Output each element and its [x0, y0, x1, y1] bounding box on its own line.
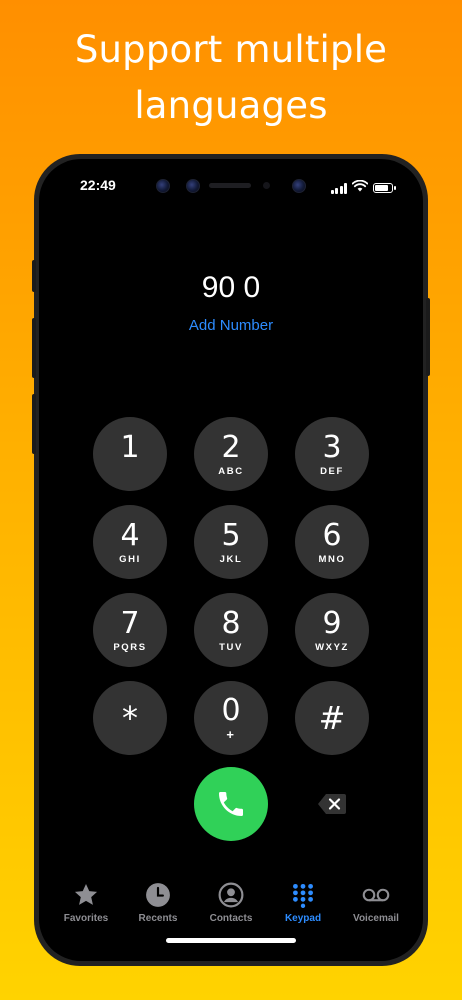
- tab-label: Voicemail: [353, 913, 399, 924]
- key-digit: 5: [221, 517, 241, 553]
- key-2[interactable]: 2 ABC: [194, 417, 268, 491]
- key-hash[interactable]: #: [295, 681, 369, 755]
- person-circle-icon: [217, 881, 245, 909]
- key-star[interactable]: *: [93, 681, 167, 755]
- key-7[interactable]: 7 PQRS: [93, 593, 167, 667]
- key-letters: DEF: [320, 465, 344, 477]
- key-1[interactable]: 1: [93, 417, 167, 491]
- key-0[interactable]: 0 +: [194, 681, 268, 755]
- delete-button[interactable]: [312, 789, 352, 819]
- proximity-sensor: [263, 182, 270, 189]
- clock-icon: [144, 881, 172, 909]
- status-bar: 22:49: [39, 177, 423, 197]
- key-letters: PQRS: [113, 641, 147, 653]
- backspace-icon: [318, 794, 346, 814]
- tab-keypad[interactable]: Keypad: [265, 881, 341, 924]
- key-5[interactable]: 5 JKL: [194, 505, 268, 579]
- volume-down-button: [32, 394, 36, 454]
- tab-label: Keypad: [284, 913, 322, 924]
- key-digit: 8: [221, 605, 241, 641]
- status-icons: [330, 179, 396, 197]
- tab-label: Recents: [138, 913, 178, 924]
- key-digit: 4: [120, 517, 140, 553]
- tab-label: Favorites: [63, 913, 109, 924]
- tab-contacts[interactable]: Contacts: [193, 881, 269, 924]
- status-time: 22:49: [80, 177, 116, 193]
- tab-voicemail[interactable]: Voicemail: [338, 881, 414, 924]
- key-letters: JKL: [219, 553, 243, 565]
- dial-keypad: 1 2 ABC 3 DEF 4 GHI 5 JKL 6 MNO 7 PQRS 8 TUV 9W…: [93, 417, 369, 755]
- tab-favorites[interactable]: Favorites: [48, 881, 124, 924]
- key-letters: ABC: [218, 465, 244, 477]
- key-digit: *: [122, 699, 138, 737]
- call-button[interactable]: [194, 767, 268, 841]
- key-letters: +: [226, 726, 236, 742]
- star-icon: [72, 881, 100, 909]
- mute-switch: [32, 260, 36, 292]
- key-digit: 9: [322, 605, 342, 641]
- phone-icon: [219, 792, 243, 816]
- rear-sensor-icon: [292, 179, 306, 193]
- key-digit: 0: [221, 692, 241, 728]
- voicemail-icon: [362, 881, 390, 909]
- wifi-icon: [351, 179, 369, 197]
- battery-icon: [373, 183, 396, 193]
- front-camera-icon: [156, 179, 170, 193]
- key-digit: 1: [120, 429, 140, 465]
- key-letters: WXYZ: [315, 641, 349, 653]
- key-digit: 2: [221, 429, 241, 465]
- key-digit: 7: [120, 605, 140, 641]
- key-8[interactable]: 8 TUV: [194, 593, 268, 667]
- phone-screen: 22:49 90 0 Add Number 1 2 ABC 3 DEF 4 GH…: [39, 159, 423, 961]
- earpiece-speaker: [209, 183, 251, 188]
- promo-headline: Support multiple languages: [74, 28, 388, 127]
- dialed-number: 90 0: [201, 271, 261, 304]
- key-3[interactable]: 3 DEF: [295, 417, 369, 491]
- key-digit: #: [318, 699, 346, 737]
- sensor-housing: [153, 177, 313, 197]
- cellular-signal-icon: [330, 182, 347, 194]
- volume-up-button: [32, 318, 36, 378]
- key-6[interactable]: 6 MNO: [295, 505, 369, 579]
- keypad-grid-icon: [289, 881, 317, 909]
- tab-recents[interactable]: Recents: [120, 881, 196, 924]
- tab-label: Contacts: [209, 913, 253, 924]
- key-9[interactable]: 9 WXYZ: [295, 593, 369, 667]
- key-digit: 6: [322, 517, 342, 553]
- face-sensor-icon: [186, 179, 200, 193]
- tab-bar: Favorites Recents Contacts Keypad Voicem…: [39, 875, 423, 931]
- power-button: [426, 298, 430, 376]
- key-letters: GHI: [119, 553, 141, 565]
- key-4[interactable]: 4 GHI: [93, 505, 167, 579]
- key-digit: 3: [322, 429, 342, 465]
- add-number-link[interactable]: Add Number: [39, 317, 423, 334]
- key-letters: MNO: [318, 553, 346, 565]
- home-indicator[interactable]: [166, 938, 296, 943]
- key-letters: TUV: [219, 641, 243, 653]
